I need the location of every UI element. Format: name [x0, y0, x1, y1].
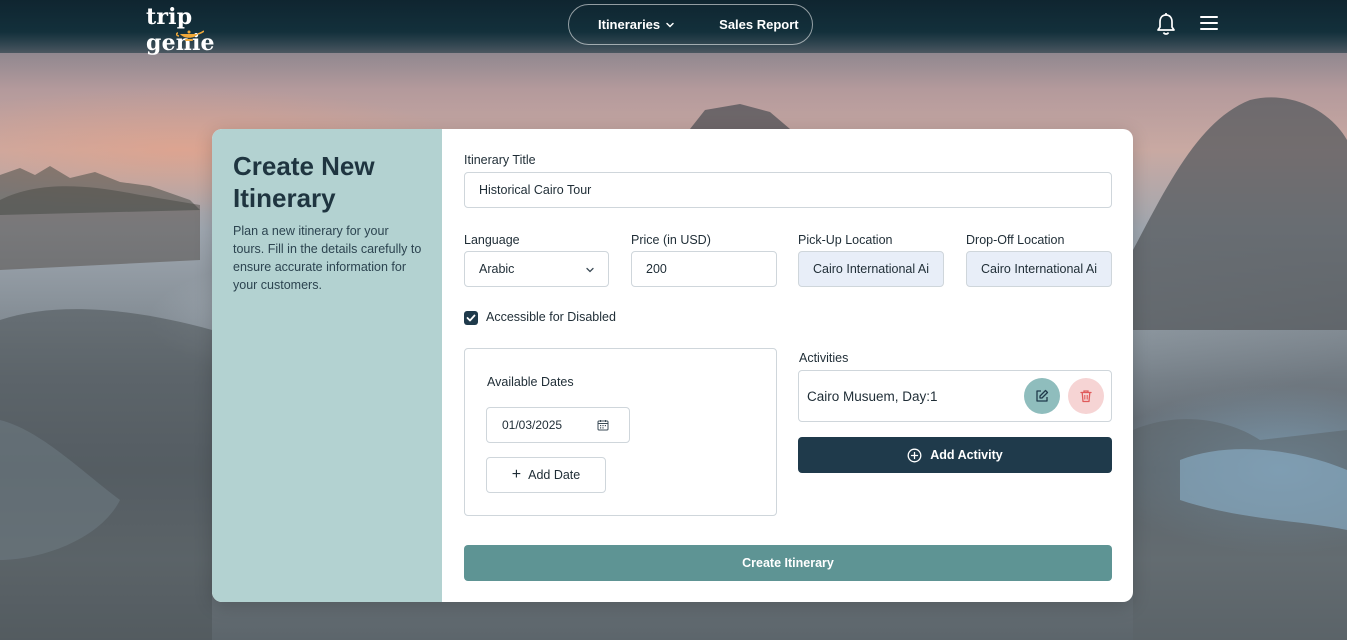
- delete-activity-button[interactable]: [1068, 378, 1104, 414]
- available-dates-panel: Available Dates 01/03/2025 + Add Date: [464, 348, 777, 516]
- itinerary-form: Itinerary Title Historical Cairo Tour La…: [442, 129, 1133, 602]
- price-input[interactable]: 200: [631, 251, 777, 287]
- nav-sales-report[interactable]: Sales Report: [719, 17, 798, 32]
- date-input[interactable]: 01/03/2025: [486, 407, 630, 443]
- top-navigation-bar: trip genie Itineraries Sales Report: [0, 0, 1347, 56]
- dropoff-location-input[interactable]: Cairo International Ai: [966, 251, 1112, 287]
- available-dates-title: Available Dates: [487, 375, 574, 389]
- edit-icon: [1036, 389, 1049, 402]
- create-itinerary-card: Create New Itinerary Plan a new itinerar…: [212, 129, 1133, 602]
- page-title: Create New Itinerary: [233, 150, 423, 214]
- page-title-line-1: Create New: [233, 151, 375, 181]
- create-itinerary-button[interactable]: Create Itinerary: [464, 545, 1112, 581]
- main-nav: Itineraries Sales Report: [568, 4, 813, 45]
- page-title-line-2: Itinerary: [233, 183, 336, 213]
- checkmark-icon: [466, 314, 476, 322]
- add-activity-button[interactable]: Add Activity: [798, 437, 1112, 473]
- add-date-label: Add Date: [528, 468, 581, 482]
- calendar-icon[interactable]: [597, 419, 609, 431]
- genie-lamp-icon: [176, 30, 204, 41]
- chevron-down-icon: [666, 22, 674, 28]
- bell-icon[interactable]: [1155, 12, 1177, 36]
- accessible-checkbox[interactable]: [464, 311, 478, 325]
- add-date-button[interactable]: + Add Date: [486, 457, 606, 493]
- language-select-value: Arabic: [479, 262, 515, 276]
- edit-activity-button[interactable]: [1024, 378, 1060, 414]
- itinerary-title-label: Itinerary Title: [464, 153, 536, 167]
- language-label: Language: [464, 233, 520, 247]
- pickup-location-input[interactable]: Cairo International Ai: [798, 251, 944, 287]
- nav-itineraries[interactable]: Itineraries: [598, 17, 675, 32]
- itinerary-title-input[interactable]: Historical Cairo Tour: [464, 172, 1112, 208]
- plus-circle-icon: [907, 448, 922, 462]
- nav-sales-report-label: Sales Report: [719, 17, 799, 32]
- trip-genie-logo[interactable]: trip genie: [146, 4, 266, 56]
- activity-item-text: Cairo Musuem, Day:1: [807, 388, 938, 404]
- logo-text: trip genie: [146, 4, 215, 56]
- price-label: Price (in USD): [631, 233, 711, 247]
- activity-item: Cairo Musuem, Day:1: [798, 370, 1112, 422]
- plus-icon: +: [511, 466, 522, 483]
- language-select[interactable]: Arabic: [464, 251, 609, 287]
- add-activity-label: Add Activity: [930, 448, 1003, 462]
- pickup-location-label: Pick-Up Location: [798, 233, 893, 247]
- date-input-value: 01/03/2025: [502, 418, 563, 432]
- activities-label: Activities: [799, 351, 849, 365]
- accessible-label: Accessible for Disabled: [486, 310, 616, 324]
- nav-itineraries-label: Itineraries: [598, 17, 661, 32]
- hamburger-menu-icon[interactable]: [1199, 14, 1219, 32]
- page-description: Plan a new itinerary for your tours. Fil…: [233, 224, 422, 292]
- card-sidebar: Create New Itinerary Plan a new itinerar…: [212, 129, 442, 602]
- trash-icon: [1080, 390, 1092, 403]
- chevron-down-icon: [586, 267, 594, 273]
- dropoff-location-label: Drop-Off Location: [966, 233, 1065, 247]
